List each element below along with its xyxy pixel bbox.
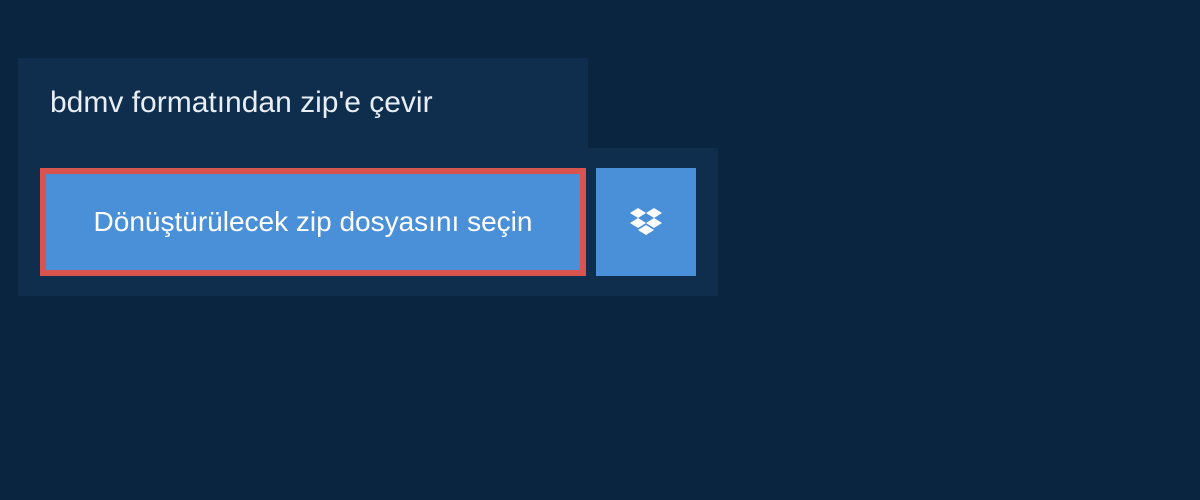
dropbox-button[interactable] (596, 168, 696, 276)
page-title-tab: bdmv formatından zip'e çevir (18, 58, 588, 148)
upload-section: Dönüştürülecek zip dosyasını seçin (18, 148, 718, 296)
select-file-button[interactable]: Dönüştürülecek zip dosyasını seçin (40, 168, 586, 276)
main-container: bdmv formatından zip'e çevir Dönüştürüle… (0, 0, 1200, 296)
select-file-label: Dönüştürülecek zip dosyasını seçin (94, 206, 533, 238)
page-title: bdmv formatından zip'e çevir (50, 86, 433, 119)
dropbox-icon (630, 208, 662, 236)
